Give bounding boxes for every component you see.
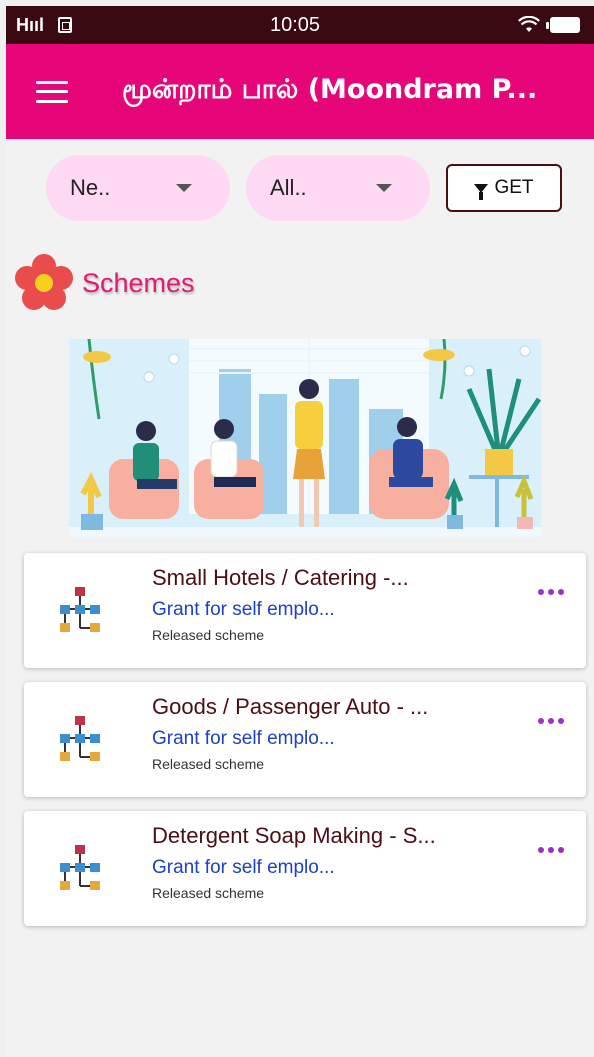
- section-title: Schemes: [82, 267, 195, 298]
- battery-icon: [545, 17, 580, 33]
- scheme-status: Released scheme: [152, 756, 265, 772]
- caret-down-icon: [176, 184, 192, 192]
- scheme-subtitle: Grant for self emplo...: [152, 599, 335, 620]
- more-options-icon[interactable]: [538, 589, 564, 595]
- flower-icon: [15, 254, 73, 310]
- app-screen: Hııl 10:05 மூன்றாம் பால் (Moondram P... …: [6, 6, 594, 1057]
- more-options-icon[interactable]: [538, 718, 564, 724]
- scheme-card[interactable]: Goods / Passenger Auto - ... Grant for s…: [24, 682, 586, 797]
- more-options-icon[interactable]: [538, 847, 564, 853]
- get-button[interactable]: GET: [446, 164, 562, 212]
- type-dropdown[interactable]: All..: [246, 155, 430, 221]
- scheme-card-body: Detergent Soap Making - S... Grant for s…: [152, 823, 502, 901]
- wifi-icon: [518, 16, 540, 32]
- sim-icon: [58, 17, 73, 33]
- org-chart-icon: [60, 587, 100, 632]
- type-dropdown-value: All..: [270, 175, 307, 200]
- scheme-status: Released scheme: [152, 627, 265, 643]
- scheme-title: Goods / Passenger Auto - ...: [152, 694, 429, 719]
- scheme-card[interactable]: Detergent Soap Making - S... Grant for s…: [24, 811, 586, 926]
- filter-row: Ne.. All.. GET: [6, 155, 594, 221]
- status-bar: Hııl 10:05: [6, 6, 594, 44]
- scheme-card[interactable]: Small Hotels / Catering -... Grant for s…: [24, 553, 586, 668]
- status-time: 10:05: [269, 13, 321, 36]
- org-chart-icon: [60, 716, 100, 761]
- section-header: Schemes: [6, 253, 594, 313]
- category-dropdown-value: Ne..: [70, 175, 111, 200]
- scheme-status: Released scheme: [152, 885, 265, 901]
- scheme-card-body: Goods / Passenger Auto - ... Grant for s…: [152, 694, 502, 772]
- app-bar: மூன்றாம் பால் (Moondram P...: [6, 44, 594, 139]
- app-title: மூன்றாம் பால் (Moondram P...: [122, 74, 538, 105]
- schemes-banner-illustration: [69, 339, 541, 537]
- filter-icon: [474, 183, 489, 200]
- office-illustration: [69, 339, 541, 537]
- category-dropdown[interactable]: Ne..: [46, 155, 230, 221]
- scheme-title: Small Hotels / Catering -...: [152, 565, 409, 590]
- status-bar-right: [518, 16, 580, 34]
- status-bar-left: Hııl: [16, 14, 73, 36]
- caret-down-icon: [376, 184, 392, 192]
- scheme-card-body: Small Hotels / Catering -... Grant for s…: [152, 565, 502, 643]
- menu-icon[interactable]: [36, 80, 68, 103]
- scheme-list: Small Hotels / Catering -... Grant for s…: [6, 553, 594, 926]
- scheme-subtitle: Grant for self emplo...: [152, 857, 335, 878]
- org-chart-icon: [60, 845, 100, 890]
- scheme-subtitle: Grant for self emplo...: [152, 728, 335, 749]
- get-button-label: GET: [494, 177, 534, 198]
- signal-icon: Hııl: [16, 14, 45, 35]
- scheme-title: Detergent Soap Making - S...: [152, 823, 436, 848]
